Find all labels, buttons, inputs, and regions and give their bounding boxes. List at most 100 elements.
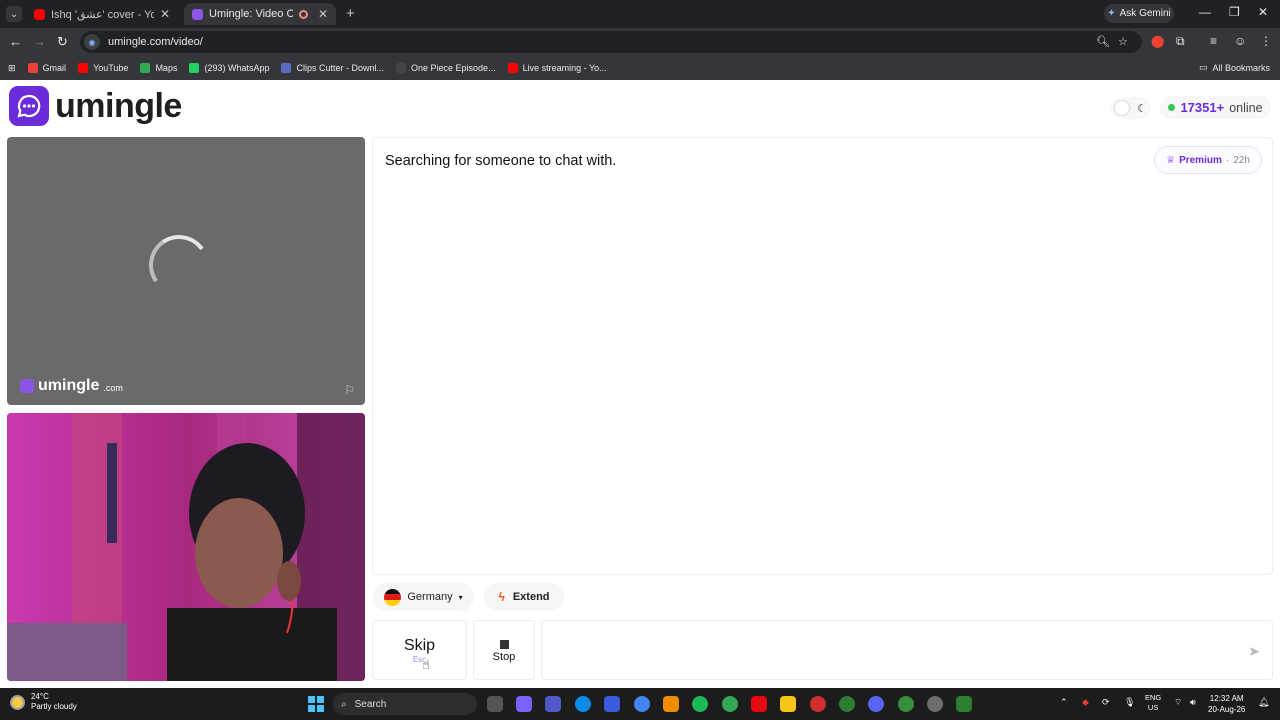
crown-icon: ♕ xyxy=(1166,154,1176,166)
file-explorer-icon[interactable] xyxy=(780,696,796,712)
bookmark-youtube[interactable]: YouTube xyxy=(78,63,128,73)
tray-chevron-up-icon[interactable]: ⌃ xyxy=(1060,697,1068,708)
close-tab-icon[interactable]: ✕ xyxy=(160,7,170,21)
apps-grid-icon[interactable]: ⊞ xyxy=(8,63,16,74)
tray-sync-icon[interactable]: ⟳ xyxy=(1102,697,1110,708)
address-bar[interactable]: ◉ umingle.com/video/ xyxy=(80,31,1142,53)
chrome-icon[interactable] xyxy=(634,696,650,712)
tab-title: Ishq 'عشق' cover - YouTube xyxy=(51,8,154,21)
whatsapp-icon xyxy=(189,63,200,73)
bookmark-star-icon[interactable]: ☆ xyxy=(1118,35,1128,48)
skip-button[interactable]: Skip Esc xyxy=(372,620,467,680)
umingle-logo[interactable]: umingle xyxy=(9,86,182,126)
message-input[interactable] xyxy=(542,621,1222,679)
stranger-video: umingle .com ⚐ xyxy=(7,137,365,405)
bookmark-live-streaming[interactable]: Live streaming - Yo... xyxy=(507,63,607,73)
theme-toggle[interactable]: ☾ xyxy=(1111,97,1151,119)
task-view-icon[interactable] xyxy=(487,696,503,712)
bookmark-label: Maps xyxy=(155,63,178,73)
bookmark-one-piece[interactable]: One Piece Episode... xyxy=(396,63,496,73)
extend-label: Extend xyxy=(512,591,550,603)
app-icon[interactable] xyxy=(927,696,943,712)
message-box: ➤ xyxy=(541,620,1273,680)
minimize-icon[interactable]: — xyxy=(1199,5,1211,19)
app-icon[interactable] xyxy=(810,696,826,712)
tab-youtube[interactable]: Ishq 'عشق' cover - YouTube ✕ xyxy=(26,3,178,25)
gmail-icon xyxy=(27,63,38,73)
chrome-profile-icon[interactable] xyxy=(722,696,738,712)
app-icon[interactable] xyxy=(839,696,855,712)
app-icon[interactable] xyxy=(604,696,620,712)
teams-icon[interactable] xyxy=(545,696,561,712)
report-flag-icon[interactable]: ⚐ xyxy=(344,383,355,397)
online-count: 17351+ xyxy=(1180,100,1225,115)
ask-gemini-button[interactable]: ✦ Ask Gemini xyxy=(1104,4,1174,23)
extensions-puzzle-icon[interactable]: ⧉ xyxy=(1176,34,1185,49)
gemini-icon: ✦ xyxy=(1107,8,1116,19)
country-selector[interactable]: Germany ▾ xyxy=(373,583,474,611)
zoom-icon[interactable]: 🔍︎ xyxy=(1096,35,1110,48)
volume-icon[interactable]: 🔊︎ xyxy=(1190,697,1196,708)
system-clock[interactable]: 12:32 AM 20-Aug-26 xyxy=(1208,693,1245,715)
clock-date: 20-Aug-26 xyxy=(1208,705,1246,714)
new-tab-button[interactable]: + xyxy=(346,5,355,22)
tab-search-icon[interactable]: ⌄ xyxy=(6,6,22,22)
media-controls-icon[interactable]: ≡ xyxy=(1210,34,1217,48)
tab-umingle[interactable]: Umingle: Video Chat with St ✕ xyxy=(184,3,336,25)
site-info-icon[interactable]: ◉ xyxy=(84,34,100,50)
online-status-dot xyxy=(1168,104,1176,111)
edge-icon[interactable] xyxy=(575,696,591,712)
premium-button[interactable]: ♕ Premium · 22h xyxy=(1154,146,1262,174)
light-mode-icon xyxy=(1115,101,1130,115)
umingle-mark-icon xyxy=(20,379,34,393)
restore-icon[interactable]: ❐ xyxy=(1229,5,1240,19)
taskbar-search[interactable]: ⌕ Search xyxy=(333,693,477,715)
netflix-icon[interactable] xyxy=(751,696,767,712)
bookmark-gmail[interactable]: Gmail xyxy=(27,63,67,73)
back-icon[interactable]: ← xyxy=(9,34,22,49)
stop-button[interactable]: Stop xyxy=(473,620,535,680)
weather-widget[interactable]: 24°C Partly cloudy xyxy=(10,692,77,712)
skip-label: Skip xyxy=(403,637,436,654)
bookmark-clips-cutter[interactable]: Clips Cutter - Downl... xyxy=(281,63,384,73)
copilot-icon[interactable] xyxy=(516,696,532,712)
bookmark-label: (293) WhatsApp xyxy=(204,63,270,73)
microphone-icon[interactable]: 🎙︎ xyxy=(1124,697,1135,708)
reload-icon[interactable]: ↻ xyxy=(57,34,68,50)
notification-bell-icon[interactable]: 🔔︎ xyxy=(1258,697,1269,708)
browser-toolbar: ← → ↻ ◉ umingle.com/video/ 🔍︎ ☆ ⬤ ⧉ ≡ ☺ … xyxy=(0,28,1280,56)
maps-icon xyxy=(140,63,151,73)
bookmark-label: One Piece Episode... xyxy=(411,63,496,73)
partly-cloudy-icon xyxy=(10,694,25,710)
browser-menu-icon[interactable]: ⋮ xyxy=(1260,34,1272,48)
stop-label: Stop xyxy=(492,651,516,663)
language-indicator[interactable]: ENG US xyxy=(1145,693,1161,713)
folder-icon: ▭ xyxy=(1198,62,1208,72)
close-tab-icon[interactable]: ✕ xyxy=(318,7,328,21)
forward-icon[interactable]: → xyxy=(33,34,46,49)
all-bookmarks-button[interactable]: ▭ All Bookmarks xyxy=(1199,62,1270,73)
watermark-text: umingle xyxy=(38,377,100,394)
self-camera-video xyxy=(7,413,365,681)
windows-start-icon[interactable] xyxy=(308,696,324,712)
bookmark-whatsapp[interactable]: (293) WhatsApp xyxy=(189,63,269,73)
temperature: 24°C xyxy=(31,692,49,701)
tray-app-icon[interactable]: ◆ xyxy=(1082,697,1089,708)
profile-avatar-icon[interactable]: ☺ xyxy=(1234,34,1246,48)
search-label: Search xyxy=(354,698,387,710)
umingle-watermark: umingle .com xyxy=(20,377,123,395)
premium-time: 22h xyxy=(1233,154,1250,166)
spotify-icon[interactable] xyxy=(692,696,708,712)
app-icon[interactable] xyxy=(956,696,972,712)
bookmark-label: Gmail xyxy=(42,63,67,73)
app-icon[interactable] xyxy=(898,696,914,712)
send-icon[interactable]: ➤ xyxy=(1248,643,1260,660)
extension-icon[interactable]: ⬤ xyxy=(1151,34,1164,48)
chat-status-text: Searching for someone to chat with. xyxy=(385,153,617,169)
extend-button[interactable]: ϟ Extend xyxy=(484,583,564,611)
close-window-icon[interactable]: ✕ xyxy=(1258,5,1268,19)
discord-icon[interactable] xyxy=(868,696,884,712)
wifi-icon[interactable]: ⌔ xyxy=(1174,697,1182,708)
bookmark-maps[interactable]: Maps xyxy=(140,63,177,73)
vlc-icon[interactable] xyxy=(663,696,679,712)
